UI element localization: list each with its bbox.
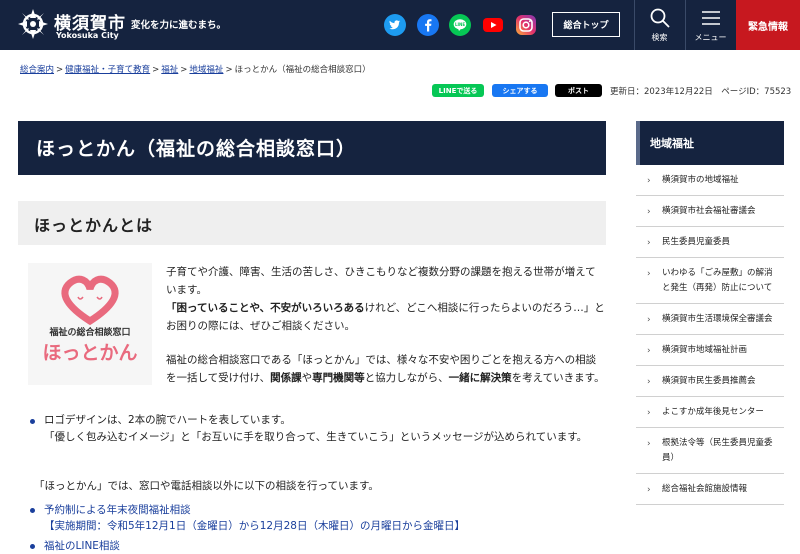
- chevron-right-icon: ›: [647, 315, 651, 325]
- bullet-icon: [30, 508, 35, 513]
- menu-button[interactable]: メニュー: [685, 0, 735, 50]
- list-item: 福祉のLINE相談: [30, 538, 120, 554]
- logo-design-note: ロゴデザインは、2本の腕でハートを表しています。 「優しく包み込むイメージ」と「…: [30, 412, 606, 446]
- p2-text-e: と協力しながら、: [364, 372, 449, 384]
- sidebar-item-label: 横須賀市生活環境保全審議会: [662, 314, 773, 324]
- sidebar-item-label: 横須賀市社会福祉審議会: [662, 206, 756, 216]
- site-header: 横須賀市 Yokosuka City 変化を力に進むまち。 LINE 総合トップ…: [0, 0, 800, 50]
- sidebar-item[interactable]: › 横須賀市地域福祉計画: [636, 335, 784, 366]
- sidebar-item[interactable]: › いわゆる「ごみ屋敷」の解消と発生（再発）防止について: [636, 258, 784, 304]
- updated-date: 更新日：2023年12月22日: [610, 87, 713, 97]
- year-end-night-consultation-link[interactable]: 予約制による年末夜間福祉相談: [44, 502, 465, 518]
- top-page-button[interactable]: 総合トップ: [552, 12, 620, 37]
- bullet-icon: [30, 419, 35, 424]
- bullet-line-2: 「優しく包み込むイメージ」と「お互いに手を取り合って、生きていこう」というメッセ…: [44, 431, 588, 443]
- search-button[interactable]: 検索: [634, 0, 684, 50]
- sidebar-item[interactable]: › 根拠法令等（民生委員児童委員）: [636, 428, 784, 474]
- hamburger-icon: [702, 11, 720, 25]
- sidebar-item[interactable]: › 横須賀市の地域福祉: [636, 165, 784, 196]
- page-title: ほっとかん（福祉の総合相談窓口）: [18, 121, 606, 175]
- chevron-right-icon: ›: [647, 377, 651, 387]
- city-emblem-icon[interactable]: [17, 8, 49, 40]
- youtube-icon[interactable]: [482, 14, 504, 36]
- page-meta: 更新日：2023年12月22日 ページID：75523: [610, 85, 791, 97]
- line-consultation-link[interactable]: 福祉のLINE相談: [44, 538, 120, 554]
- sidebar-item[interactable]: › 横須賀市民生委員推薦会: [636, 366, 784, 397]
- chevron-right-icon: ›: [647, 485, 651, 495]
- sidebar-item-label: 民生委員児童委員: [662, 237, 731, 247]
- sidebar-item-label: 横須賀市の地域福祉: [662, 175, 739, 185]
- sidebar-item[interactable]: › 横須賀市社会福祉審議会: [636, 196, 784, 227]
- sidebar-item-label: いわゆる「ごみ屋敷」の解消と発生（再発）防止について: [662, 268, 773, 293]
- breadcrumb-link-welfare[interactable]: 福祉: [161, 65, 178, 75]
- facebook-share-button[interactable]: シェアする: [492, 84, 548, 97]
- p2-bold-1: 関係課: [270, 372, 302, 384]
- sidebar-title[interactable]: 地域福祉: [636, 121, 784, 165]
- hottokan-logo-image: 福祉の総合相談窓口 ほっとかん: [28, 263, 152, 385]
- sidebar-nav: › 横須賀市の地域福祉 › 横須賀市社会福祉審議会 › 民生委員児童委員 › いわゆる「…: [636, 165, 784, 505]
- slogan: 変化を力に進むまち。: [131, 20, 227, 31]
- sidebar-item[interactable]: › 総合福祉会館施設情報: [636, 474, 784, 505]
- service-paragraph: 福祉の総合相談窓口である「ほっとかん」では、様々な不安や困りごとを抱える方への相…: [166, 351, 606, 387]
- list-item: 予約制による年末夜間福祉相談 【実施期間：令和5年12月1日（金曜日）から12月…: [30, 502, 465, 534]
- sidebar-item-label: よこすか成年後見センター: [662, 407, 764, 417]
- section-heading: ほっとかんとは: [18, 201, 606, 245]
- instagram-icon[interactable]: [515, 14, 537, 36]
- sidebar-item-label: 根拠法令等（民生委員児童委員）: [662, 438, 773, 463]
- chevron-right-icon: ›: [647, 176, 651, 186]
- breadcrumb-current: ほっとかん（福祉の総合相談窓口）: [234, 65, 371, 75]
- breadcrumb-link-community[interactable]: 地域福祉: [189, 65, 223, 75]
- x-post-button[interactable]: ポスト: [555, 84, 602, 97]
- p2-text-g: を考えていきます。: [511, 372, 605, 384]
- sidebar-item[interactable]: › よこすか成年後見センター: [636, 397, 784, 428]
- chevron-right-icon: ›: [647, 238, 651, 248]
- p1-emphasis: 「困っていることや、不安がいろいろある: [166, 302, 365, 314]
- logo-caption: 福祉の総合相談窓口: [48, 326, 130, 338]
- twitter-icon[interactable]: [384, 14, 406, 36]
- page-id: ページID：75523: [721, 87, 792, 97]
- search-label: 検索: [651, 33, 668, 42]
- breadcrumb-link-health[interactable]: 健康福祉・子育て教育: [65, 65, 150, 75]
- menu-label: メニュー: [694, 33, 727, 42]
- city-name-en: Yokosuka City: [56, 31, 119, 40]
- bullet-icon: [30, 544, 35, 549]
- sidebar-item-label: 横須賀市地域福祉計画: [662, 345, 748, 355]
- logo-text: ほっとかん: [42, 342, 137, 364]
- chevron-right-icon: ›: [647, 408, 651, 418]
- chevron-right-icon: ›: [647, 269, 651, 279]
- chevron-right-icon: ›: [647, 207, 651, 217]
- line-share-button[interactable]: LINEで送る: [432, 84, 484, 97]
- consultation-intro: 「ほっとかん」では、窓口や電話相談以外に以下の相談を行っています。: [34, 480, 379, 492]
- p1-text-a: 子育てや介護、障害、生活の苦しさ、ひきこもりなど複数分野の課題を抱える世帯が増え…: [166, 266, 596, 296]
- facebook-icon[interactable]: [417, 14, 439, 36]
- chevron-right-icon: ›: [647, 346, 651, 356]
- svg-text:LINE: LINE: [455, 22, 465, 27]
- bullet-line-1: ロゴデザインは、2本の腕でハートを表しています。: [44, 414, 291, 426]
- year-end-night-consultation-period-link[interactable]: 【実施期間：令和5年12月1日（金曜日）から12月28日（木曜日）の月曜日から金…: [44, 518, 465, 534]
- sidebar-item[interactable]: › 民生委員児童委員: [636, 227, 784, 258]
- emergency-info-button[interactable]: 緊急情報: [736, 0, 800, 50]
- breadcrumb-link-home[interactable]: 総合案内: [20, 65, 54, 75]
- p2-bold-2: 専門機関等: [312, 372, 365, 384]
- p2-text-c: や: [301, 372, 313, 384]
- chevron-right-icon: ›: [647, 439, 651, 449]
- line-icon[interactable]: LINE: [449, 14, 471, 36]
- p2-bold-3: 一緒に解決策: [448, 372, 512, 384]
- search-icon: [650, 8, 670, 28]
- intro-paragraph: 子育てや介護、障害、生活の苦しさ、ひきこもりなど複数分野の課題を抱える世帯が増え…: [166, 263, 606, 335]
- sidebar-item-label: 横須賀市民生委員推薦会: [662, 376, 756, 386]
- sidebar-item[interactable]: › 横須賀市生活環境保全審議会: [636, 304, 784, 335]
- breadcrumb: 総合案内 > 健康福祉・子育て教育 > 福祉 > 地域福祉 > ほっとかん（福祉の総合相談窓口）: [20, 65, 371, 75]
- sidebar-item-label: 総合福祉会館施設情報: [662, 484, 748, 494]
